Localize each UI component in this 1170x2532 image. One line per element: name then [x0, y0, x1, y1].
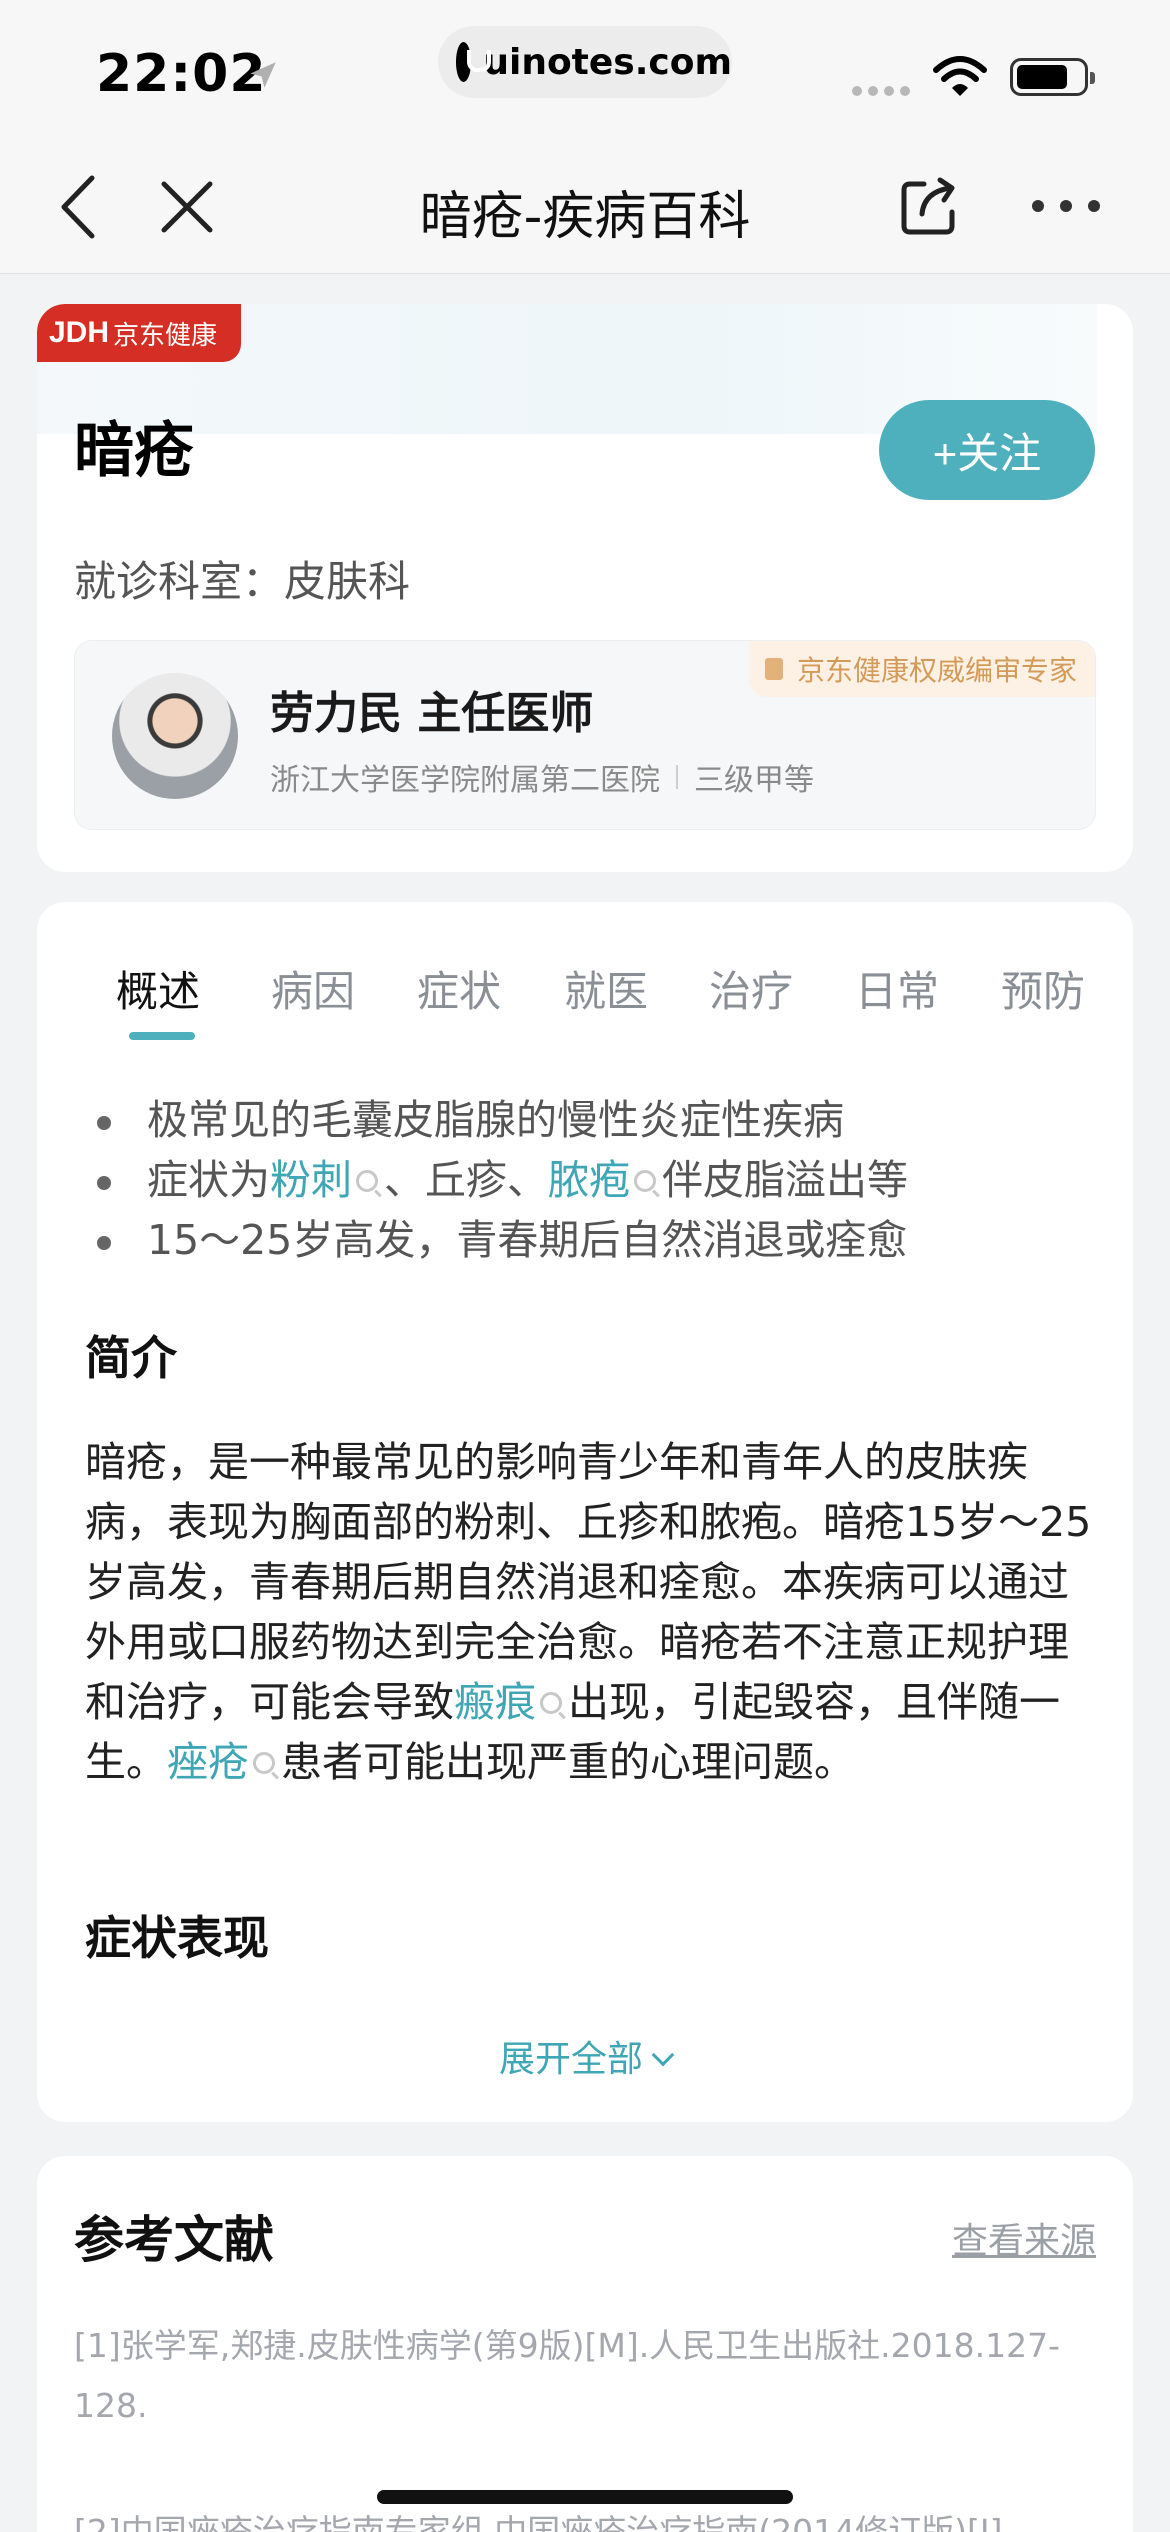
tab-diagnosis[interactable]: 就医 — [564, 958, 648, 1019]
disease-title: 暗疮 — [74, 416, 194, 486]
section-tabs: 概述 病因 症状 就医 治疗 日常 预防 — [37, 958, 1133, 1038]
battery-icon — [1010, 58, 1095, 96]
reference-item: [1]张学军,郑捷.皮肤性病学(第9版)[M].人民卫生出版社.2018.127… — [74, 2326, 1061, 2425]
search-icon[interactable] — [634, 1170, 656, 1192]
status-bar: 22:02 uinotes.com — [0, 0, 1170, 140]
search-icon[interactable] — [540, 1692, 562, 1714]
tab-symptoms[interactable]: 症状 — [417, 958, 501, 1019]
intro-heading: 简介 — [85, 1331, 177, 1385]
tab-treatment[interactable]: 治疗 — [709, 958, 793, 1019]
signal-dots-icon — [852, 86, 910, 96]
home-indicator — [377, 2490, 793, 2504]
jdh-logo: JDH — [49, 316, 110, 349]
symptoms-heading: 症状表现 — [85, 1911, 269, 1965]
more-icon[interactable] — [1030, 198, 1102, 214]
certificate-icon — [764, 658, 783, 680]
search-icon[interactable] — [356, 1170, 378, 1192]
expand-all-button[interactable]: 展开全部 — [37, 2030, 1133, 2082]
doctor-avatar — [112, 673, 238, 799]
active-tab-indicator — [129, 1032, 195, 1040]
search-icon[interactable] — [253, 1752, 275, 1774]
summary-item: 极常见的毛囊皮脂腺的慢性炎症性疾病 — [97, 1090, 908, 1150]
jd-health-badge: JDH 京东健康 — [37, 304, 241, 362]
expert-tag: 京东健康权威编审专家 — [748, 641, 1095, 697]
chevron-down-icon — [651, 2043, 675, 2067]
link-acne[interactable]: 痤疮 — [167, 1738, 249, 1786]
tab-overview[interactable]: 概述 — [116, 958, 200, 1019]
wifi-icon — [933, 56, 987, 96]
link-comedone[interactable]: 粉刺 — [270, 1156, 352, 1204]
doctor-hospital-line: 浙江大学医学院附属第二医院 三级甲等 — [270, 755, 814, 799]
tab-daily[interactable]: 日常 — [855, 958, 939, 1019]
site-logo-icon — [456, 42, 492, 82]
reference-item: [2]中国痤疮治疗指南专家组.中国痤疮治疗指南(2014修订版)[J]. — [74, 2512, 1013, 2532]
doctor-name: 劳力民 主任医师 — [270, 688, 594, 739]
summary-item: 15～25岁高发，青春期后自然消退或痊愈 — [97, 1210, 908, 1270]
follow-button[interactable]: +关注 — [879, 400, 1095, 500]
status-time: 22:02 — [96, 44, 267, 104]
tab-cause[interactable]: 病因 — [271, 958, 355, 1019]
divider — [676, 765, 678, 789]
location-arrow-icon — [250, 62, 276, 88]
summary-list: 极常见的毛囊皮脂腺的慢性炎症性疾病 症状为粉刺 、丘疹、脓疱 伴皮脂溢出等 15～2… — [97, 1090, 908, 1270]
url-pill[interactable]: uinotes.com — [438, 26, 732, 98]
nav-bar: 暗疮-疾病百科 — [0, 140, 1170, 274]
url-text: uinotes.com — [483, 41, 732, 83]
expert-tag-label: 京东健康权威编审专家 — [796, 654, 1077, 687]
doctor-card[interactable]: 劳力民 主任医师 浙江大学医学院附属第二医院 三级甲等 京东健康权威编审专家 — [74, 640, 1096, 830]
disease-header-card: JDH 京东健康 暗疮 +关注 就诊科室：皮肤科 劳力民 主任医师 浙江大学医学… — [37, 304, 1133, 872]
link-pustule[interactable]: 脓疱 — [548, 1156, 630, 1204]
share-icon[interactable] — [898, 174, 962, 238]
hospital-level: 三级甲等 — [694, 763, 814, 798]
department-label: 就诊科室：皮肤科 — [74, 557, 411, 606]
jd-health-name: 京东健康 — [113, 320, 218, 351]
references-heading: 参考文献 — [74, 2211, 274, 2269]
intro-paragraph: 暗疮，是一种最常见的影响青少年和青年人的皮肤疾病，表现为胸面部的粉刺、丘疹和脓疱… — [85, 1438, 1092, 1786]
view-source-link[interactable]: 查看来源 — [952, 2212, 1096, 2264]
tab-prevention[interactable]: 预防 — [1001, 958, 1085, 1019]
summary-item: 症状为粉刺 、丘疹、脓疱 伴皮脂溢出等 — [97, 1150, 908, 1210]
doctor-hospital: 浙江大学医学院附属第二医院 — [270, 763, 660, 798]
disease-content-card: 概述 病因 症状 就医 治疗 日常 预防 极常见的毛囊皮脂腺的慢性炎症性疾病 症… — [37, 902, 1133, 2122]
references-card: 参考文献 查看来源 [1]张学军,郑捷.皮肤性病学(第9版)[M].人民卫生出版… — [37, 2156, 1133, 2532]
page-title: 暗疮-疾病百科 — [419, 187, 751, 247]
link-scar[interactable]: 瘢痕 — [454, 1678, 536, 1726]
